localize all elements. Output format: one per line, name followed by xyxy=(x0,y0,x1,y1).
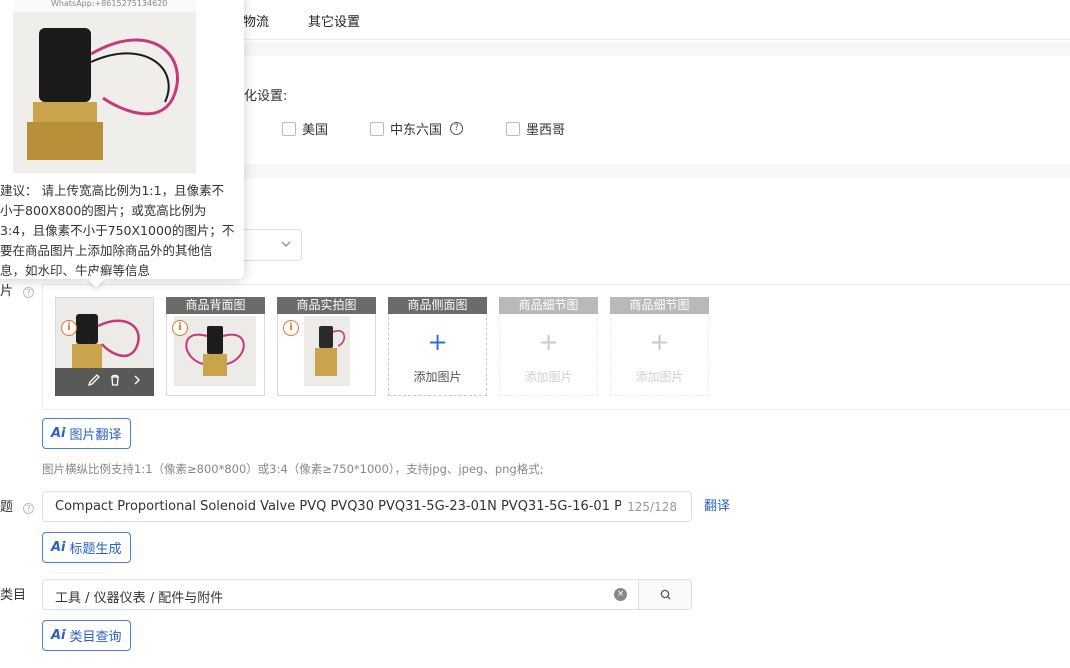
image-slot-real[interactable]: 商品实拍图 i xyxy=(277,297,376,396)
warning-icon[interactable]: i xyxy=(283,320,299,336)
translate-link[interactable]: 翻译 xyxy=(704,495,730,514)
image-slot-back[interactable]: 商品背面图 i xyxy=(166,297,265,396)
trash-icon[interactable] xyxy=(108,373,122,391)
image-slot-side[interactable]: 商品侧面图 + 添加图片 xyxy=(388,297,487,396)
plus-icon[interactable]: + xyxy=(388,328,487,356)
image-slot-label: 商品细节图 xyxy=(499,297,598,314)
checkbox-mexico[interactable]: 墨西哥 xyxy=(506,119,565,138)
title-input[interactable]: Compact Proportional Solenoid Valve PVQ … xyxy=(42,491,692,522)
chevron-right-icon[interactable] xyxy=(131,373,143,391)
ai-icon: Ai xyxy=(51,540,66,555)
image-slot-detail-1: 商品细节图 + 添加图片 xyxy=(499,297,598,396)
ai-image-translate-button[interactable]: Ai 图片翻译 xyxy=(42,418,131,449)
char-count: 125/128 xyxy=(627,500,677,514)
add-image-label: 添加图片 xyxy=(635,370,684,384)
checkbox-label: 美国 xyxy=(302,123,329,138)
warning-icon[interactable]: i xyxy=(172,320,188,336)
image-toolbar xyxy=(55,368,154,396)
image-slot-label: 商品背面图 xyxy=(166,297,265,314)
add-image-label: 添加图片 xyxy=(524,370,573,384)
category-row-label: 类目 xyxy=(0,588,27,603)
popover-text: 建议： 请上传宽高比例为1:1，且像素不小于800X800的图片；或宽高比例为3… xyxy=(0,183,235,278)
add-image-label[interactable]: 添加图片 xyxy=(388,368,487,385)
watermark-text: WhatsApp:+8615275134620 xyxy=(51,0,168,8)
button-label: 图片翻译 xyxy=(69,428,122,443)
checkbox-label: 中东六国 xyxy=(390,123,443,138)
search-icon xyxy=(660,589,671,600)
plus-icon: + xyxy=(649,328,670,356)
image-guideline-popover: WhatsApp:+8615275134620 建议： 请上传宽高比例为1:1，… xyxy=(0,0,244,288)
category-input[interactable]: 工具 / 仪器仪表 / 配件与附件 × xyxy=(42,579,640,610)
images-row-label: 片 ? xyxy=(0,280,35,299)
popover-preview-image: WhatsApp:+8615275134620 xyxy=(13,0,196,173)
title-row-label: 题 ? xyxy=(0,496,35,515)
chevron-down-icon xyxy=(281,239,291,252)
category-search-button[interactable] xyxy=(638,579,692,610)
checkbox-box[interactable] xyxy=(370,121,384,136)
ai-category-query-button[interactable]: Ai 类目查询 xyxy=(42,620,131,651)
title-value[interactable]: Compact Proportional Solenoid Valve PVQ … xyxy=(55,499,621,514)
warning-icon[interactable]: i xyxy=(61,320,77,336)
button-label: 标题生成 xyxy=(69,542,122,557)
clear-icon[interactable]: × xyxy=(614,588,627,601)
image-slot-label: 商品细节图 xyxy=(610,297,709,314)
help-icon[interactable]: ? xyxy=(23,503,35,514)
ai-icon: Ai xyxy=(51,426,66,441)
edit-icon[interactable] xyxy=(87,373,101,391)
checkbox-label: 墨西哥 xyxy=(526,123,566,138)
help-icon[interactable]: ? xyxy=(23,287,35,298)
checkbox-box[interactable] xyxy=(506,121,520,136)
product-photo xyxy=(13,0,196,173)
tab-other-settings[interactable]: 其它设置 xyxy=(308,11,360,30)
checkbox-box[interactable] xyxy=(282,121,296,136)
ai-icon: Ai xyxy=(51,628,66,643)
button-label: 类目查询 xyxy=(69,630,122,645)
image-slot-label: 商品侧面图 xyxy=(388,297,487,314)
image-format-hint: 图片横纵比例支持1:1（像素≥800*800）或3:4（像素≥750*1000）… xyxy=(42,462,544,476)
image-slot-main[interactable]: i xyxy=(55,297,154,396)
plus-icon: + xyxy=(538,328,559,356)
checkbox-middle-east[interactable]: 中东六国 ? xyxy=(370,119,464,138)
image-slot-detail-2: 商品细节图 + 添加图片 xyxy=(610,297,709,396)
category-value[interactable]: 工具 / 仪器仪表 / 配件与附件 xyxy=(55,587,223,606)
localization-label: 化设置: xyxy=(244,89,288,104)
image-slot-label: 商品实拍图 xyxy=(277,297,376,314)
tab-logistics[interactable]: 物流 xyxy=(243,11,269,30)
help-icon[interactable]: ? xyxy=(450,122,464,135)
ai-title-generate-button[interactable]: Ai 标题生成 xyxy=(42,532,131,563)
checkbox-usa[interactable]: 美国 xyxy=(282,119,328,138)
